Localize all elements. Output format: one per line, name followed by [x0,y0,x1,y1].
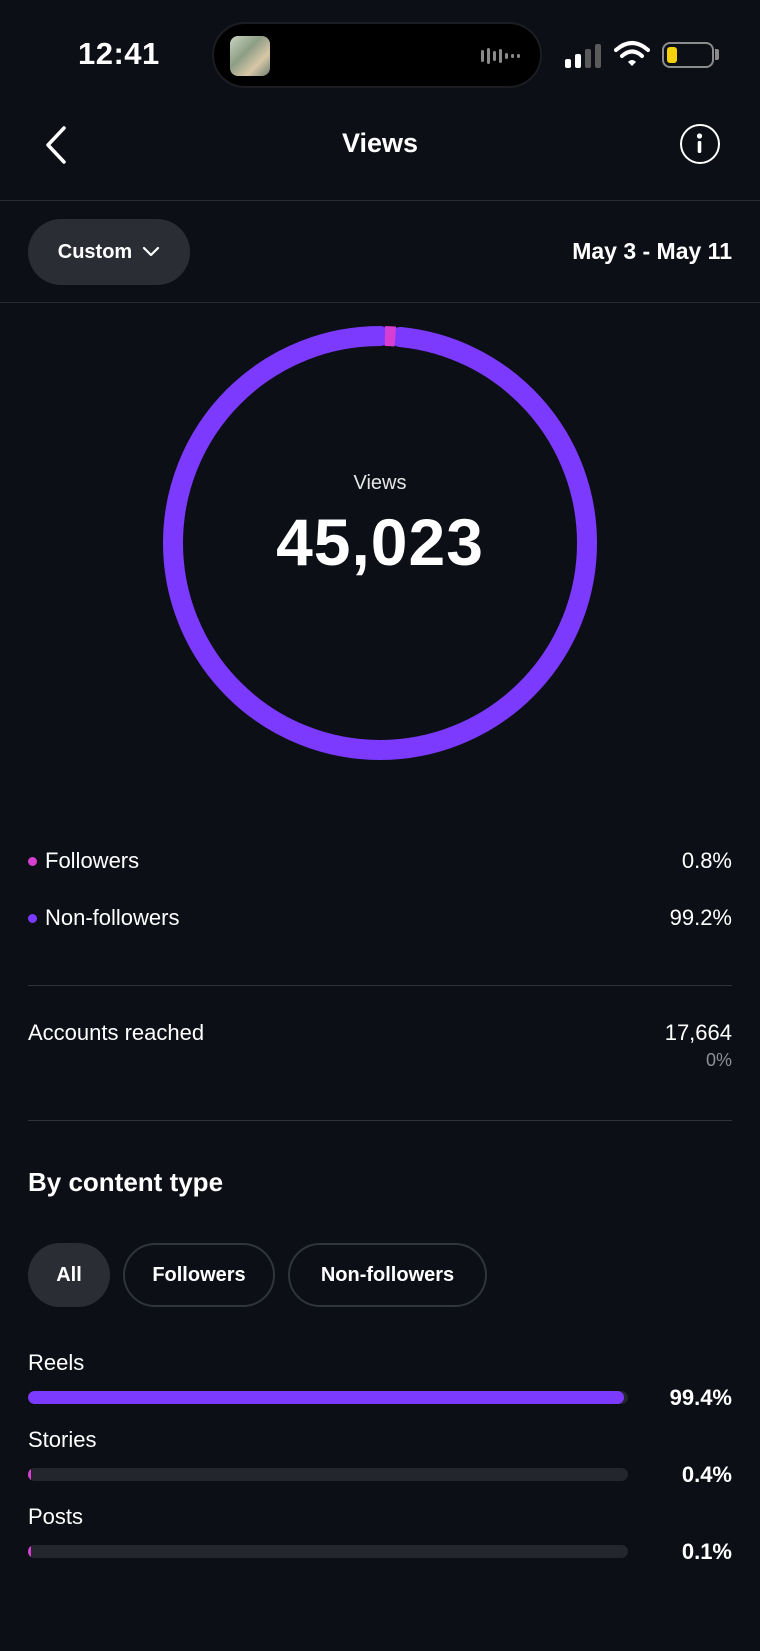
legend-value: 99.2% [669,905,732,930]
battery-tip [715,49,719,60]
content-type-label-posts: Posts [28,1504,84,1529]
donut-center-label: Views [353,472,407,494]
accounts-reached-change: 0% [705,1050,732,1070]
section-divider [28,985,732,986]
legend-non-followers: Non-followers 99.2% [28,903,732,933]
filter-divider [0,302,760,303]
dynamic-island [212,22,542,88]
donut-center-value: 45,023 [276,505,484,579]
date-range-dropdown[interactable]: Custom [28,219,190,285]
accounts-reached-label: Accounts reached [28,1020,205,1045]
date-range-text: May 3 - May 11 [572,238,732,264]
content-type-bar-stories [28,1468,628,1481]
legend-label: Non-followers [45,905,180,930]
content-type-value-posts: 0.1% [681,1539,732,1564]
chip-all[interactable]: All [28,1243,110,1307]
battery-level [667,47,677,63]
info-icon[interactable] [680,124,720,164]
wifi-icon [614,41,650,66]
accounts-reached-value: 17,664 [664,1020,732,1045]
content-type-bar-fill [28,1545,31,1558]
content-type-bar-fill [28,1468,31,1481]
date-range-dropdown-label: Custom [57,240,133,263]
chevron-down-icon [143,246,160,257]
content-type-value-reels: 99.4% [669,1385,732,1410]
legend-followers: Followers 0.8% [28,846,732,876]
chip-label: Followers [152,1263,246,1286]
followers-dot [28,856,37,866]
audio-wave-icon [481,48,520,64]
header-divider [0,200,760,201]
chip-label: Non-followers [320,1263,455,1286]
now-playing-thumbnail [230,36,270,76]
content-type-label-reels: Reels [28,1350,85,1375]
chip-non-followers[interactable]: Non-followers [288,1243,487,1307]
content-type-value-stories: 0.4% [681,1462,732,1487]
non-followers-dot [28,913,37,923]
section-divider [28,1120,732,1121]
battery-icon [662,42,714,68]
cellular-signal-icon [565,44,601,68]
chip-label: All [56,1263,82,1286]
section-title: By content type [28,1167,224,1197]
content-type-bar-posts [28,1545,628,1558]
content-type-bar-reels [28,1391,628,1404]
chip-followers[interactable]: Followers [123,1243,275,1307]
content-type-bar-fill [28,1391,625,1404]
legend-value: 0.8% [681,848,732,873]
status-time: 12:41 [78,36,160,71]
content-type-label-stories: Stories [28,1427,97,1452]
page-title: Views [341,128,419,158]
legend-label: Followers [45,848,140,873]
